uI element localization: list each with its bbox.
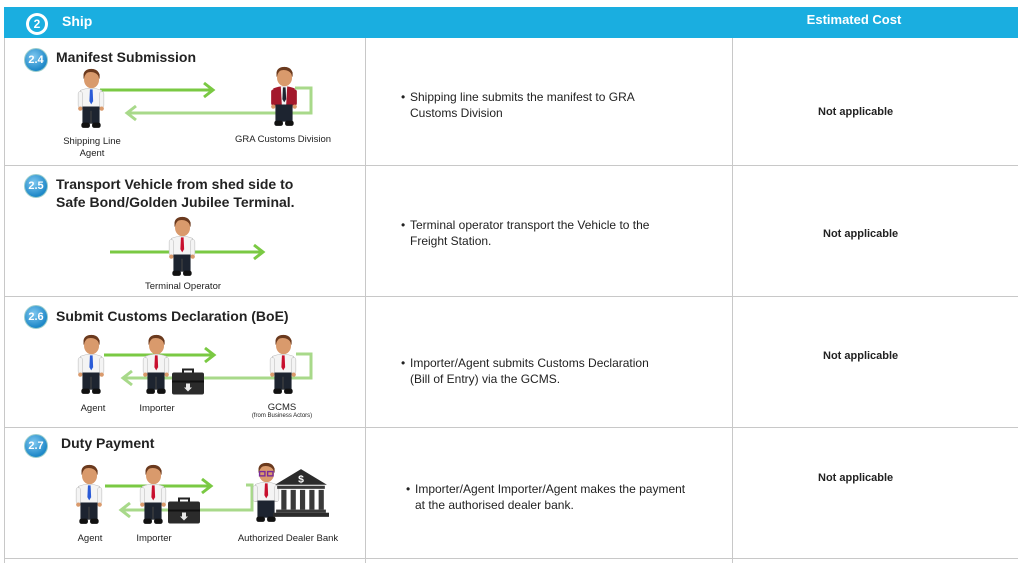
actor-label-agent: Agent <box>77 533 103 544</box>
actor-label-importer: Importer <box>136 533 172 544</box>
actor-label-authorized-dealer-bank: Authorized Dealer Bank <box>237 533 339 544</box>
row-cost-2-7: Not applicable <box>818 472 894 484</box>
row-description-2-7: • Importer/Agent Importer/Agent makes the… <box>406 482 686 512</box>
importer-figure-icon <box>139 464 167 525</box>
agent-figure-icon <box>75 464 103 525</box>
briefcase-icon <box>168 497 200 524</box>
bank-building-icon <box>273 469 329 517</box>
bullet-dot: • <box>406 482 411 496</box>
